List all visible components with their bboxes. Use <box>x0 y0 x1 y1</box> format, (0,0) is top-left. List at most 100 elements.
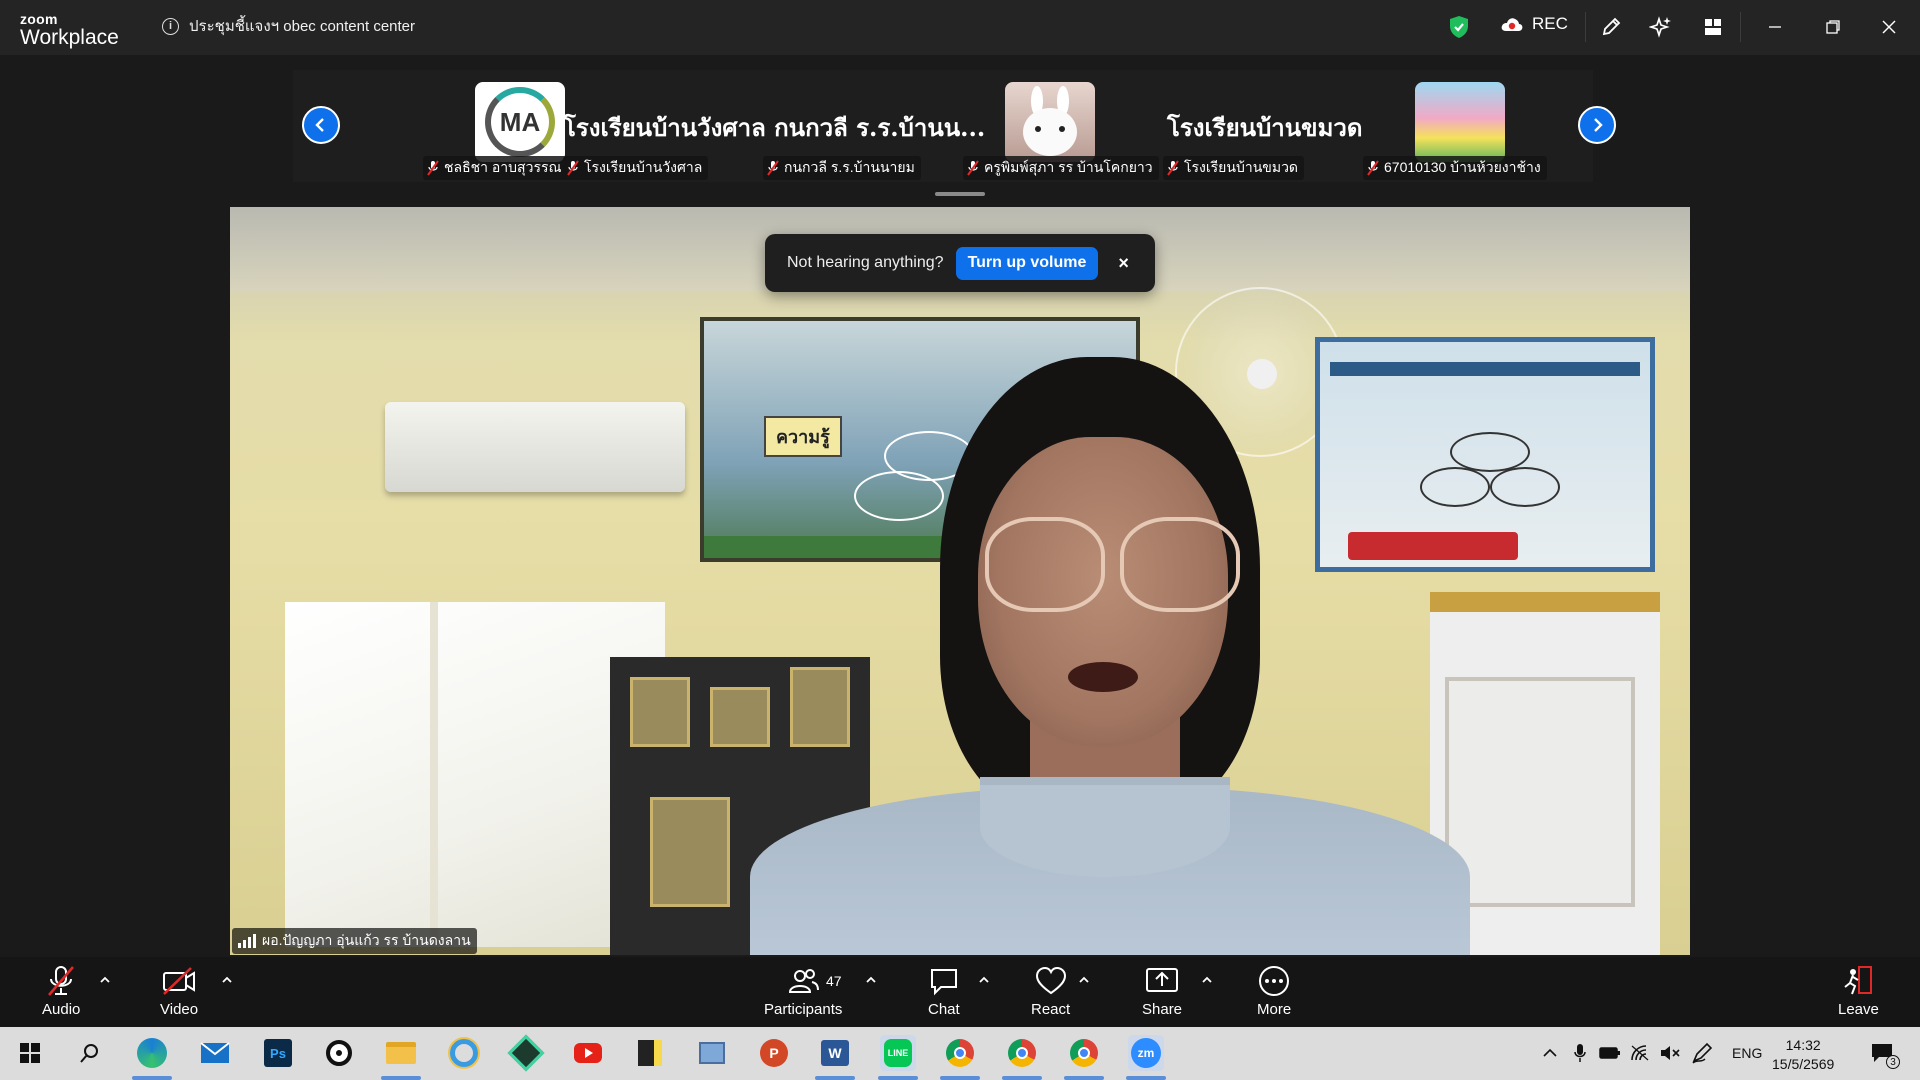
pen-workspace-icon <box>1692 1042 1713 1064</box>
video-window-frame <box>430 602 438 947</box>
search-button[interactable] <box>72 1035 108 1071</box>
leave-label: Leave <box>1838 1001 1879 1018</box>
taskbar-line[interactable]: LINE <box>880 1035 916 1071</box>
participant-tile[interactable]: MA ชลธิชา อาบสุวรรณ <box>353 70 568 182</box>
signal-strength-icon <box>238 934 256 948</box>
info-icon: i <box>162 17 179 35</box>
ai-companion-button[interactable] <box>1648 14 1674 40</box>
participant-name: ครูพิมพ์สุภา รร บ้านโคกยาว <box>984 159 1153 175</box>
participant-avatar: MA <box>475 82 565 162</box>
participant-tile[interactable]: ครูพิมพ์สุภา รร บ้านโคกยาว <box>963 70 1159 182</box>
volume-muted-icon <box>1661 1046 1680 1060</box>
muted-mic-icon <box>427 160 439 176</box>
meeting-controls-toolbar: Audio Video Participants 47 Chat React S… <box>0 957 1920 1027</box>
chat-button[interactable]: Chat <box>928 963 960 1018</box>
windows-taskbar: Ps P W LINE zm ENG 14:32 15/5/2569 3 <box>0 1027 1920 1080</box>
taskbar-mail[interactable] <box>197 1035 233 1071</box>
close-icon <box>1882 20 1896 34</box>
minimize-button[interactable] <box>1762 14 1788 40</box>
active-indicator <box>1126 1076 1166 1080</box>
gallery-scroll-indicator[interactable] <box>935 192 985 196</box>
wifi-icon <box>1631 1045 1649 1061</box>
taskbar-chrome-1[interactable] <box>942 1035 978 1071</box>
microphone-icon <box>1574 1044 1586 1062</box>
map-pin-icon <box>326 1040 352 1066</box>
leave-button[interactable]: Leave <box>1838 963 1879 1018</box>
share-options-caret-icon[interactable] <box>1200 975 1214 985</box>
toast-close-button[interactable]: × <box>1118 253 1129 274</box>
video-options-caret-icon[interactable] <box>220 975 234 985</box>
gallery-prev-button[interactable] <box>302 106 340 144</box>
restore-button[interactable] <box>1820 14 1846 40</box>
meeting-info-button[interactable]: i ประชุมชี้แจงฯ obec content center <box>162 14 415 38</box>
chrome-icon <box>946 1039 974 1067</box>
cloud-record-icon <box>1501 18 1523 31</box>
pencil-icon <box>1602 17 1621 36</box>
taskbar-word[interactable]: W <box>817 1035 853 1071</box>
more-label: More <box>1257 1001 1292 1018</box>
control-panel-icon <box>699 1042 725 1064</box>
taskbar-edge[interactable] <box>134 1035 170 1071</box>
apps-button[interactable] <box>1700 14 1726 40</box>
divider <box>1740 12 1741 42</box>
audio-options-caret-icon[interactable] <box>98 975 112 985</box>
muted-mic-icon <box>767 160 779 176</box>
active-indicator <box>815 1076 855 1080</box>
annotate-button[interactable] <box>1598 14 1624 40</box>
sticky-note-icon <box>638 1040 662 1066</box>
taskbar-file-explorer[interactable] <box>383 1035 419 1071</box>
heart-icon <box>1035 966 1066 995</box>
taskbar-chrome-3[interactable] <box>1066 1035 1102 1071</box>
turn-up-volume-button[interactable]: Turn up volume <box>955 246 1099 280</box>
muted-mic-icon <box>1367 160 1379 176</box>
taskbar-chrome-2[interactable] <box>1004 1035 1040 1071</box>
participant-tile[interactable]: 67010130 บ้านห้วยงาช้าง <box>1363 70 1563 182</box>
search-icon <box>80 1044 98 1063</box>
react-options-caret-icon[interactable] <box>1077 975 1091 985</box>
taskbar-maps[interactable] <box>321 1035 357 1071</box>
participants-options-caret-icon[interactable] <box>864 975 878 985</box>
recording-indicator[interactable]: REC <box>1500 14 1568 34</box>
gallery-next-button[interactable] <box>1578 106 1616 144</box>
clock-date: 15/5/2569 <box>1772 1056 1835 1072</box>
rec-label: REC <box>1532 14 1568 33</box>
active-indicator <box>1064 1076 1104 1080</box>
close-button[interactable] <box>1876 14 1902 40</box>
video-button[interactable]: Video <box>160 963 198 1018</box>
more-button[interactable]: More <box>1257 963 1291 1018</box>
volume-tray-button[interactable] <box>1652 1035 1688 1071</box>
participant-display-name: โรงเรียนบ้านวังศาล กนกวลี ร.ร.บ้านน... <box>563 113 986 142</box>
input-language-indicator[interactable]: ENG <box>1732 1045 1762 1061</box>
audio-button[interactable]: Audio <box>42 963 80 1018</box>
share-button[interactable]: Share <box>1142 963 1182 1018</box>
chat-options-caret-icon[interactable] <box>977 975 991 985</box>
participant-name-label: 67010130 บ้านห้วยงาช้าง <box>1363 156 1547 180</box>
participant-tile[interactable]: โรงเรียนบ้านวังศาล กนกวลี ร.ร.บ้านน... โ… <box>563 70 985 182</box>
participant-name: โรงเรียนบ้านขมวด <box>1184 159 1299 175</box>
taskbar-clock[interactable]: 14:32 15/5/2569 <box>1772 1036 1834 1074</box>
taskbar-internet-explorer[interactable] <box>446 1035 482 1071</box>
taskbar-powerpoint[interactable]: P <box>756 1035 792 1071</box>
taskbar-control-panel[interactable] <box>694 1035 730 1071</box>
windows-logo-icon <box>20 1043 40 1063</box>
taskbar-filmora[interactable] <box>507 1034 545 1072</box>
chat-icon <box>930 969 957 996</box>
taskbar-youtube[interactable] <box>570 1035 606 1071</box>
pen-tray-button[interactable] <box>1684 1035 1720 1071</box>
speaker-person <box>660 357 1480 955</box>
encryption-shield-icon[interactable] <box>1448 15 1470 39</box>
start-button[interactable] <box>12 1035 48 1071</box>
react-button[interactable]: React <box>1031 963 1070 1018</box>
active-speaker-video[interactable]: ความรู้ <box>230 207 1690 955</box>
taskbar-sticky-notes[interactable] <box>632 1035 668 1071</box>
notifications-button[interactable]: 3 <box>1864 1035 1900 1071</box>
edge-icon <box>137 1038 167 1068</box>
participant-tile[interactable]: โรงเรียนบ้านขมวด โรงเรียนบ้านขมวด <box>1163 70 1363 182</box>
taskbar-photoshop[interactable]: Ps <box>260 1035 296 1071</box>
participants-icon <box>789 969 820 993</box>
participants-button[interactable]: Participants <box>764 963 842 1018</box>
taskbar-zoom[interactable]: zm <box>1128 1035 1164 1071</box>
clock-time: 14:32 <box>1785 1037 1821 1053</box>
participant-name-label: ชลธิชา อาบสุวรรณ <box>423 156 568 180</box>
word-icon: W <box>821 1040 849 1066</box>
